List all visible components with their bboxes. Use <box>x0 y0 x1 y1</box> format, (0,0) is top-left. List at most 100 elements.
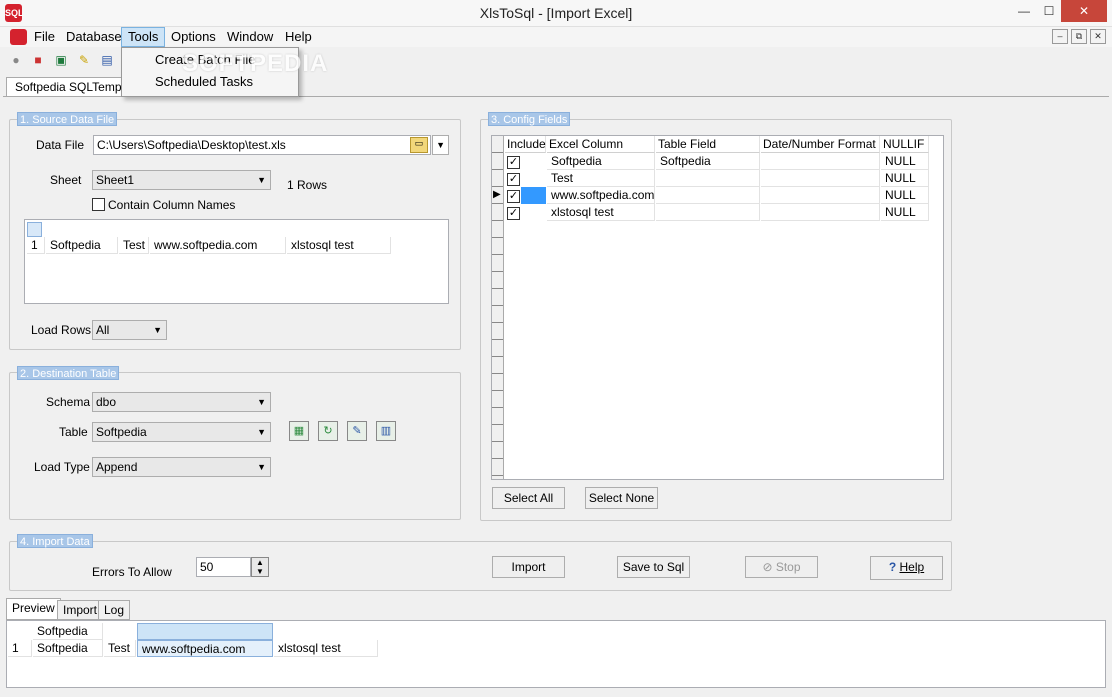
sheet-select[interactable]: Sheet1 ▼ <box>92 170 271 190</box>
include-checkbox[interactable]: ✓ <box>507 207 520 220</box>
maximize-button[interactable]: ☐ <box>1037 0 1061 22</box>
contain-column-names-checkbox[interactable] <box>92 198 105 211</box>
format-cell[interactable] <box>761 170 880 187</box>
menu-window[interactable]: Window <box>221 27 279 47</box>
columns-icon[interactable]: ▥ <box>376 421 396 441</box>
data-file-dropdown[interactable]: ▼ <box>432 135 449 155</box>
sheet-value: Sheet1 <box>96 173 135 187</box>
table-field-cell[interactable] <box>656 187 760 204</box>
nullif-cell[interactable]: NULL <box>881 187 929 204</box>
tab-log[interactable]: Log <box>98 600 131 620</box>
chevron-down-icon: ▼ <box>153 325 162 335</box>
mdi-close-button[interactable]: ✕ <box>1090 29 1106 44</box>
grid-corner-cell[interactable] <box>27 222 42 237</box>
table-cell[interactable]: Test <box>119 237 149 254</box>
column-header-date-format[interactable]: Date/Number Format <box>761 136 880 153</box>
include-checkbox[interactable]: ✓ <box>507 190 520 203</box>
open-folder-icon[interactable]: ▭ <box>410 137 428 153</box>
minimize-button[interactable]: — <box>1012 0 1036 22</box>
table-label: Table <box>59 425 88 439</box>
select-none-button[interactable]: Select None <box>585 487 658 509</box>
new-database-icon[interactable]: ■ <box>30 52 46 68</box>
table-field-cell[interactable] <box>656 170 760 187</box>
data-file-field[interactable]: C:\Users\Softpedia\Desktop\test.xls <box>93 135 431 155</box>
include-checkbox[interactable]: ✓ <box>507 173 520 186</box>
tab-import[interactable]: Import <box>57 600 104 620</box>
menu-options[interactable]: Options <box>165 27 222 47</box>
stop-icon: ⊘ <box>762 560 776 574</box>
preview-cell[interactable]: xlstosql test <box>274 640 378 657</box>
errors-to-allow-input[interactable]: 50 <box>196 557 251 577</box>
format-cell[interactable] <box>761 153 880 170</box>
source-data-group-label: 1. Source Data File <box>17 112 118 126</box>
nullif-cell[interactable]: NULL <box>881 204 929 221</box>
report-icon[interactable]: ▤ <box>99 52 115 68</box>
load-type-select[interactable]: Append ▼ <box>92 457 271 477</box>
include-checkbox[interactable]: ✓ <box>507 156 520 169</box>
selected-cell-highlight <box>521 187 546 204</box>
column-header-include[interactable]: Include <box>505 136 546 153</box>
softpedia-watermark: SOFTPEDIA <box>182 50 329 77</box>
preview-row-number: 1 <box>8 640 32 657</box>
table-cell[interactable]: www.softpedia.com <box>150 237 286 254</box>
select-all-button[interactable]: Select All <box>492 487 565 509</box>
column-header-excel-column[interactable]: Excel Column <box>547 136 655 153</box>
excel-column-cell[interactable]: xlstosql test <box>547 204 655 221</box>
load-rows-select[interactable]: All ▼ <box>92 320 167 340</box>
table-select[interactable]: Softpedia ▼ <box>92 422 271 442</box>
excel-icon[interactable]: ▣ <box>53 52 69 68</box>
excel-column-cell[interactable]: www.softpedia.com <box>547 187 655 204</box>
load-type-value: Append <box>96 460 138 474</box>
errors-spinner-icon[interactable]: ▲ ▼ <box>251 557 269 577</box>
sheet-label: Sheet <box>50 173 82 187</box>
connect-icon[interactable]: ● <box>8 52 24 68</box>
nullif-cell[interactable]: NULL <box>881 153 929 170</box>
column-header-nullif[interactable]: NULLIF <box>881 136 929 153</box>
table-cell[interactable]: xlstosql test <box>287 237 391 254</box>
add-table-icon[interactable]: ▦ <box>289 421 309 441</box>
load-rows-value: All <box>96 323 110 337</box>
preview-cell[interactable]: Softpedia <box>33 640 103 657</box>
preview-cell[interactable]: Test <box>104 640 136 657</box>
schema-select[interactable]: dbo ▼ <box>92 392 271 412</box>
excel-column-cell[interactable]: Softpedia <box>547 153 655 170</box>
table-row-number: 1 <box>27 237 45 254</box>
window-title: XlsToSql - [Import Excel] <box>479 5 633 21</box>
preview-header-cell[interactable]: Softpedia <box>33 623 103 640</box>
tab-preview[interactable]: Preview <box>6 598 61 620</box>
table-field-cell[interactable]: Softpedia <box>656 153 760 170</box>
wizard-wand-icon[interactable]: ✎ <box>76 52 92 68</box>
destination-table-group-label: 2. Destination Table <box>17 366 120 380</box>
mdi-document-icon[interactable] <box>10 29 27 45</box>
menu-help[interactable]: Help <box>279 27 318 47</box>
edit-table-icon[interactable]: ✎ <box>347 421 367 441</box>
nullif-cell[interactable]: NULL <box>881 170 929 187</box>
chevron-down-icon: ▼ <box>257 397 266 407</box>
menu-file[interactable]: File <box>28 27 61 47</box>
mdi-minimize-button[interactable]: – <box>1052 29 1068 44</box>
help-label: Help <box>899 560 925 574</box>
chevron-down-icon: ▼ <box>257 462 266 472</box>
mdi-restore-button[interactable]: ⧉ <box>1071 29 1087 44</box>
save-to-sql-button[interactable]: Save to Sql <box>617 556 690 578</box>
excel-column-cell[interactable]: Test <box>547 170 655 187</box>
import-button[interactable]: Import <box>492 556 565 578</box>
table-field-cell[interactable] <box>656 204 760 221</box>
format-cell[interactable] <box>761 187 880 204</box>
chevron-down-icon: ▼ <box>257 427 266 437</box>
table-value: Softpedia <box>96 425 147 439</box>
help-button[interactable]: ? Help <box>870 556 943 580</box>
column-header-table-field[interactable]: Table Field <box>656 136 760 153</box>
close-button[interactable]: ✕ <box>1061 0 1107 22</box>
data-file-label: Data File <box>36 138 85 152</box>
preview-cell[interactable]: www.softpedia.com <box>137 640 273 657</box>
menu-tools[interactable]: Tools <box>121 27 166 47</box>
format-cell[interactable] <box>761 204 880 221</box>
document-tab[interactable]: Softpedia SQLTemplate <box>6 77 126 97</box>
stop-button[interactable]: ⊘ Stop <box>745 556 818 578</box>
menu-database[interactable]: Database <box>60 27 128 47</box>
table-cell[interactable]: Softpedia <box>46 237 118 254</box>
source-preview-grid[interactable] <box>24 219 449 304</box>
refresh-table-icon[interactable]: ↻ <box>318 421 338 441</box>
preview-header-selected[interactable] <box>137 623 273 640</box>
